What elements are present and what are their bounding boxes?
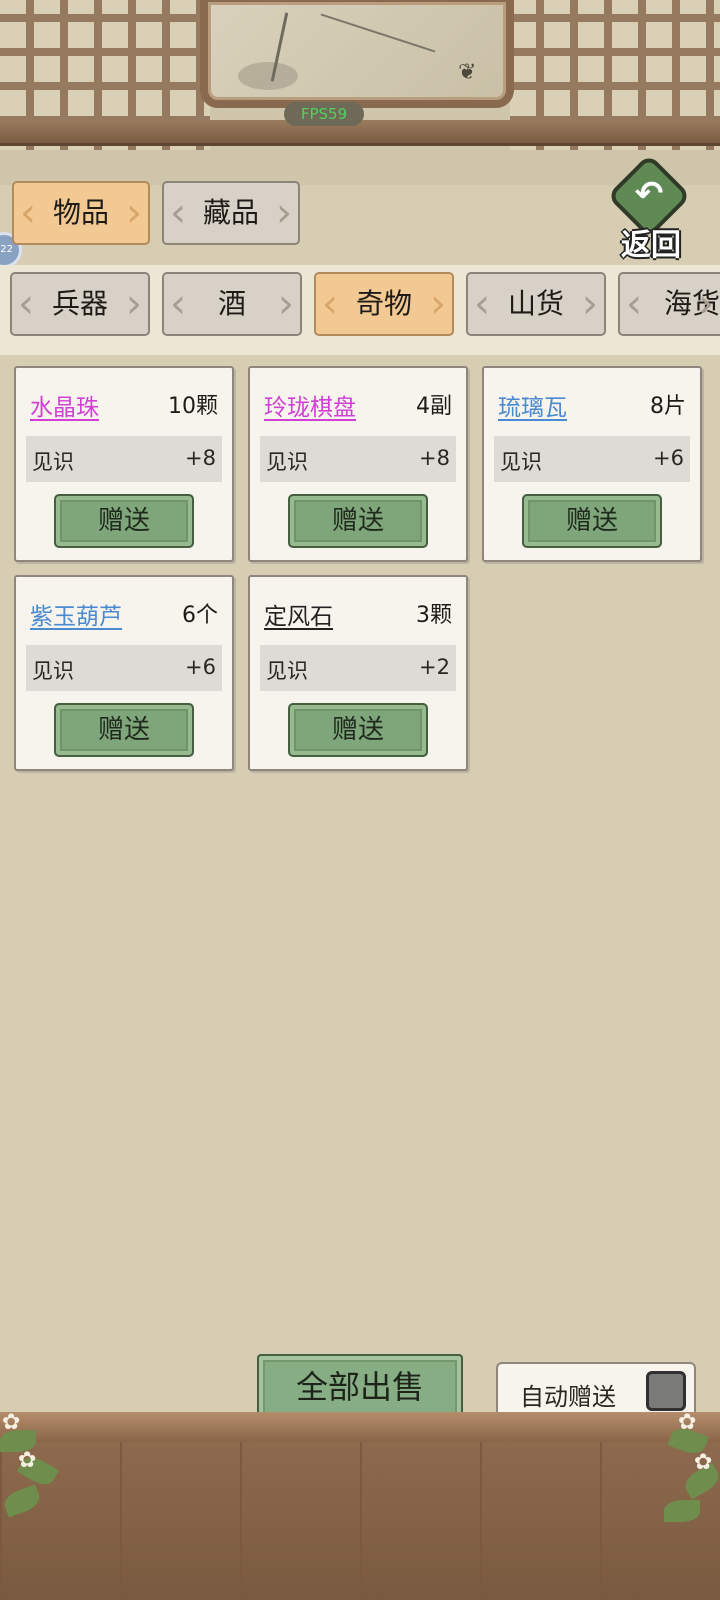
gift-button[interactable]: 赠送 xyxy=(54,494,194,548)
wood-counter xyxy=(0,1442,720,1600)
item-stat-row: 见识 +6 xyxy=(26,645,222,691)
butterfly-icon: ❦ xyxy=(458,60,477,85)
item-name[interactable]: 琉璃瓦 xyxy=(498,388,567,422)
item-stat-row: 见识 +6 xyxy=(494,436,690,482)
back-button-label: 返回 xyxy=(621,228,681,263)
tab-sea-goods-label: 海货 xyxy=(664,287,720,320)
stat-label: 见识 xyxy=(32,450,74,474)
painting-rock xyxy=(238,62,298,90)
tab-items[interactable]: 物品 xyxy=(12,181,150,245)
item-card: 紫玉葫芦 6个 见识 +6 赠送 xyxy=(14,575,234,771)
tab-mountain-goods[interactable]: 山货 xyxy=(466,272,606,336)
stat-value: +2 xyxy=(419,655,450,679)
item-quantity: 4副 xyxy=(416,394,452,419)
stat-value: +8 xyxy=(185,446,216,470)
auto-gift-label: 自动赠送 xyxy=(520,1383,616,1411)
item-stat-row: 见识 +8 xyxy=(26,436,222,482)
ink-painting: ❦ xyxy=(200,0,514,108)
item-card: 琉璃瓦 8片 见识 +6 赠送 xyxy=(482,366,702,562)
stat-label: 见识 xyxy=(500,450,542,474)
item-stat-row: 见识 +2 xyxy=(260,645,456,691)
stat-value: +6 xyxy=(185,655,216,679)
stat-label: 见识 xyxy=(266,659,308,683)
gift-button[interactable]: 赠送 xyxy=(288,494,428,548)
fps-counter: FPS59 xyxy=(284,102,364,126)
tab-curios[interactable]: 奇物 xyxy=(314,272,454,336)
tab-mountain-goods-label: 山货 xyxy=(507,287,564,320)
tab-collection-label: 藏品 xyxy=(202,196,259,229)
item-card: 水晶珠 10颗 见识 +8 赠送 xyxy=(14,366,234,562)
tab-curios-label: 奇物 xyxy=(355,287,412,320)
item-name[interactable]: 水晶珠 xyxy=(30,388,99,422)
tab-wine[interactable]: 酒 xyxy=(162,272,302,336)
flower-plant-right-icon: ✿ ✿ xyxy=(650,1400,720,1530)
item-quantity: 10颗 xyxy=(168,394,218,419)
sell-all-button[interactable]: 全部出售 xyxy=(257,1354,463,1420)
gift-button[interactable]: 赠送 xyxy=(54,703,194,757)
tab-items-label: 物品 xyxy=(52,196,109,229)
item-name[interactable]: 定风石 xyxy=(264,597,333,631)
gift-button[interactable]: 赠送 xyxy=(522,494,662,548)
stat-value: +8 xyxy=(419,446,450,470)
painting-leaf xyxy=(320,13,436,53)
tab-collection[interactable]: 藏品 xyxy=(162,181,300,245)
tab-weapons-label: 兵器 xyxy=(51,287,108,320)
item-stat-row: 见识 +8 xyxy=(260,436,456,482)
item-name[interactable]: 紫玉葫芦 xyxy=(30,597,122,631)
return-arrow-icon: ↶ xyxy=(634,174,664,214)
tab-weapons[interactable]: 兵器 xyxy=(10,272,150,336)
wood-shelf xyxy=(0,1412,720,1442)
item-card: 定风石 3颗 见识 +2 赠送 xyxy=(248,575,468,771)
stat-label: 见识 xyxy=(266,450,308,474)
stat-value: +6 xyxy=(653,446,684,470)
gift-button[interactable]: 赠送 xyxy=(288,703,428,757)
item-name[interactable]: 玲珑棋盘 xyxy=(264,388,356,422)
tab-wine-label: 酒 xyxy=(217,287,246,320)
wood-beam xyxy=(0,120,720,146)
item-card: 玲珑棋盘 4副 见识 +8 赠送 xyxy=(248,366,468,562)
tab-sea-goods[interactable]: 海货 xyxy=(618,272,720,336)
flower-plant-left-icon: ✿ ✿ xyxy=(0,1390,80,1520)
stat-label: 见识 xyxy=(32,659,74,683)
back-button[interactable]: ↶ 返回 xyxy=(605,153,699,263)
item-quantity: 8片 xyxy=(650,394,686,419)
item-quantity: 6个 xyxy=(182,603,218,628)
top-window-decoration: ❦ FPS59 xyxy=(0,0,720,185)
item-quantity: 3颗 xyxy=(416,603,452,628)
